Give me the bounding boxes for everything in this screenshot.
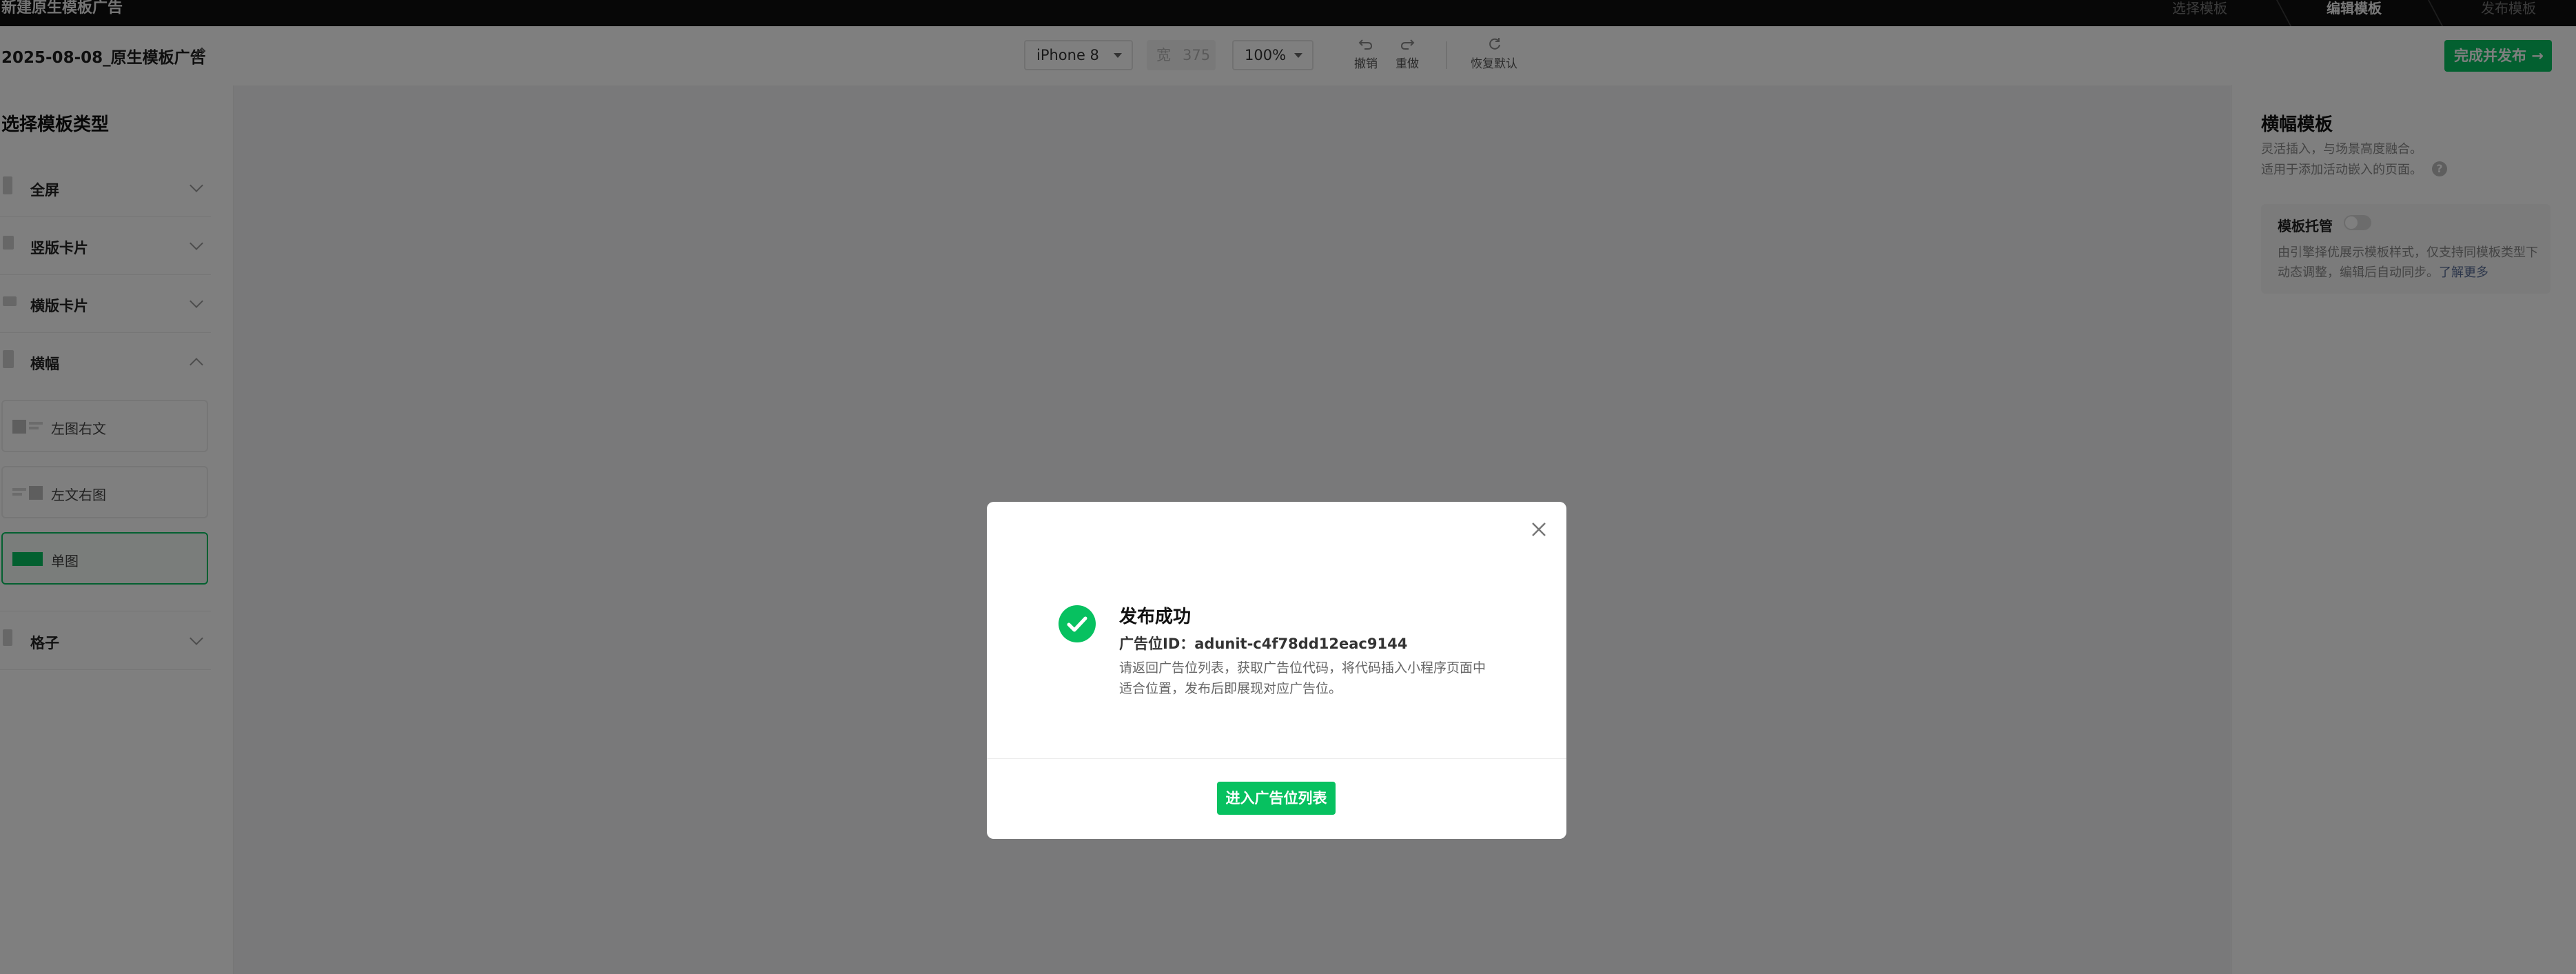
ad-unit-id: 广告位ID：adunit-c4f78dd12eac9144 — [1119, 636, 1408, 652]
dialog-divider — [987, 758, 1566, 759]
close-icon[interactable] — [1526, 517, 1551, 542]
dialog-description-line: 适合位置，发布后即展现对应广告位。 — [1119, 681, 1342, 696]
go-to-ad-unit-list-button[interactable]: 进入广告位列表 — [1217, 782, 1336, 815]
dialog-description-line: 请返回广告位列表，获取广告位代码，将代码插入小程序页面中 — [1119, 660, 1486, 676]
publish-success-dialog: 发布成功 广告位ID：adunit-c4f78dd12eac9144 请返回广告… — [987, 502, 1566, 839]
dialog-description: 请返回广告位列表，获取广告位代码，将代码插入小程序页面中 适合位置，发布后即展现… — [1119, 658, 1511, 699]
dialog-title: 发布成功 — [1119, 607, 1192, 627]
success-check-icon — [1059, 605, 1096, 642]
